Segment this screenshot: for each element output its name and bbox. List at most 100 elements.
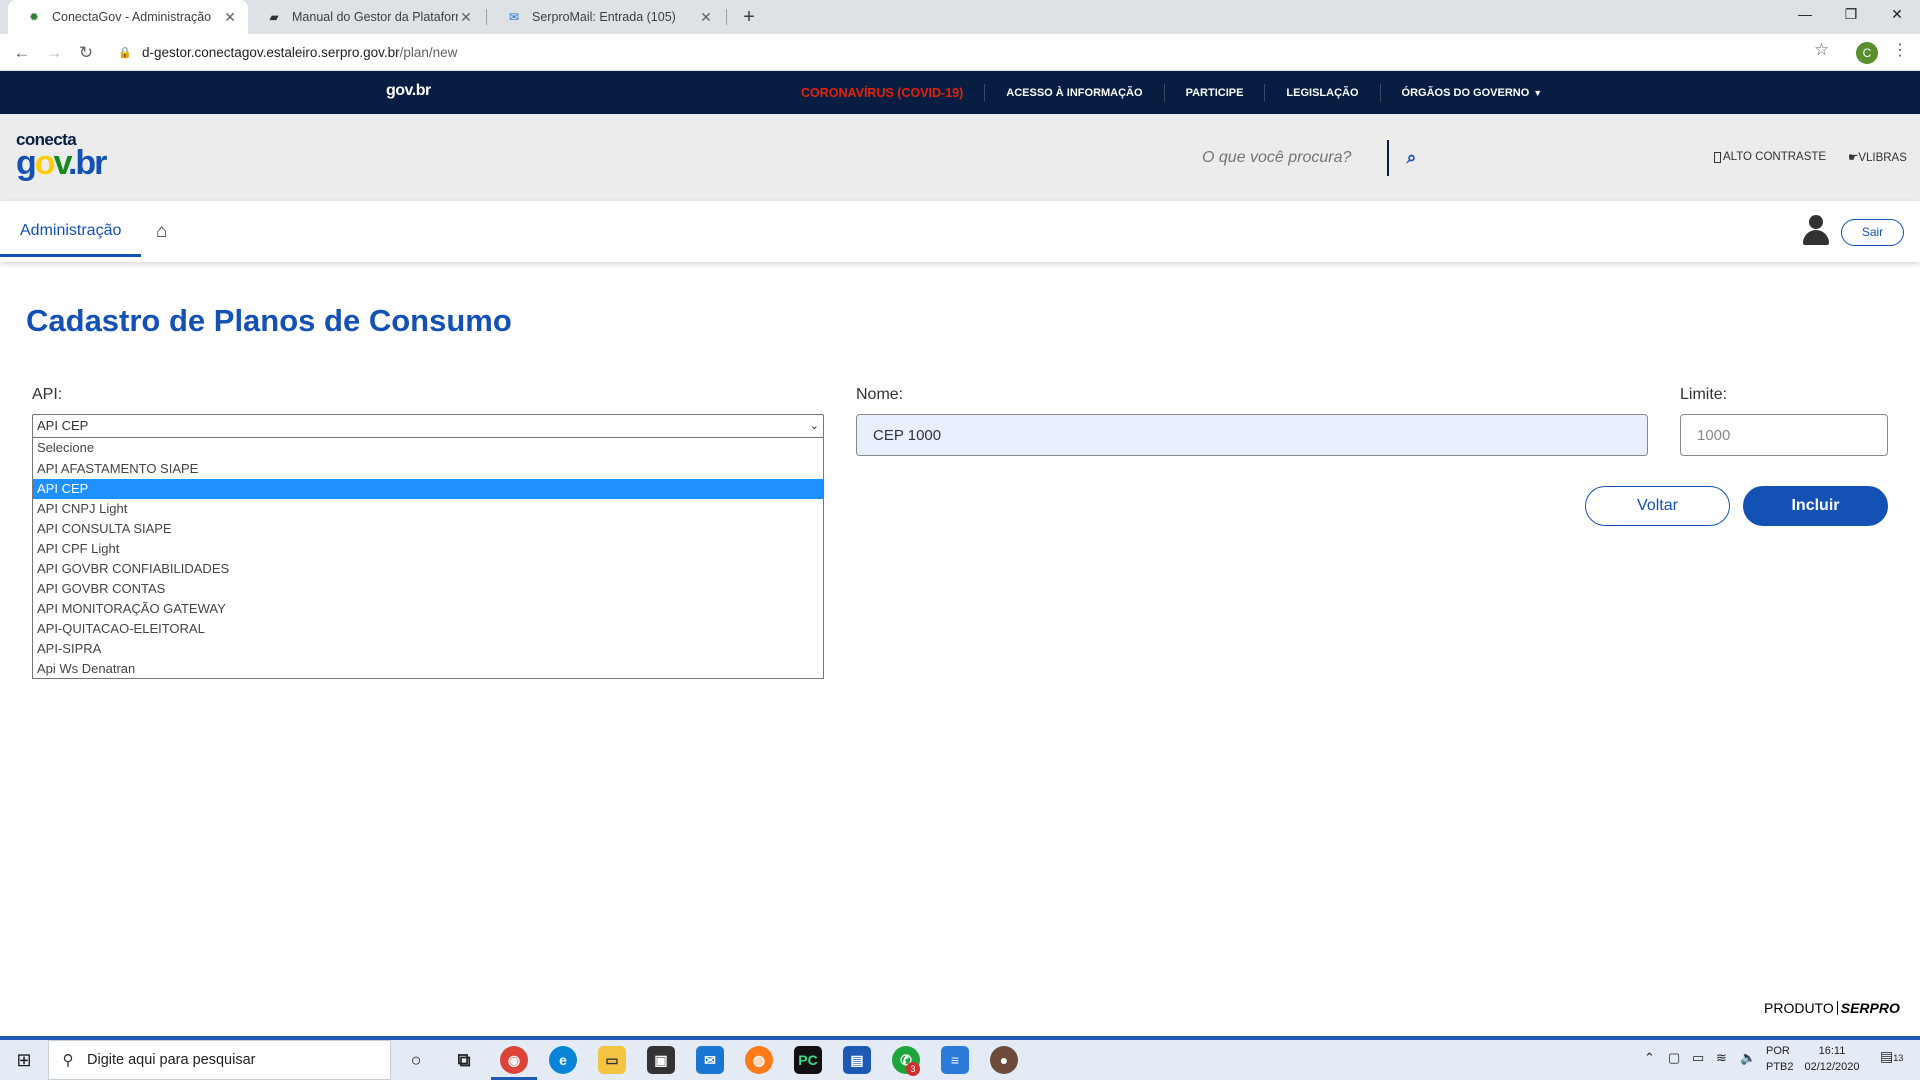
close-icon[interactable]: ✕ <box>458 9 474 26</box>
chevron-down-icon: ⌄ <box>809 420 819 432</box>
action-center-icon[interactable]: ▤13 <box>1880 1048 1903 1080</box>
clock[interactable]: 16:11 02/12/2020 <box>1802 1043 1862 1080</box>
dropdown-option[interactable]: Selecione <box>33 438 823 459</box>
api-label: API: <box>32 386 63 403</box>
tab-divider <box>726 9 727 25</box>
chrome-icon[interactable]: ◉ <box>500 1046 528 1074</box>
govbr-brand[interactable]: gov.br <box>386 82 431 100</box>
dropdown-option[interactable]: Api Ws Denatran <box>33 659 823 679</box>
dropdown-option-selected[interactable]: API CEP <box>33 479 823 499</box>
app-navbar: Administração ⌂ Sair <box>0 201 1920 262</box>
produto-serpro-brand: PRODUTO SERPRO <box>1764 1000 1900 1016</box>
nome-label: Nome: <box>856 386 904 403</box>
high-contrast-toggle[interactable]: ALTO CONTRASTE <box>1714 151 1826 163</box>
dropdown-option[interactable]: API CONSULTA SIAPE <box>33 519 823 539</box>
pycharm-icon[interactable]: PC <box>794 1046 822 1074</box>
api-select[interactable]: API CEP ⌄ <box>32 414 824 438</box>
tab-divider <box>486 9 487 25</box>
taskbar-search-placeholder: Digite aqui para pesquisar <box>87 1052 256 1068</box>
dropdown-option[interactable]: API AFASTAMENTO SIAPE <box>33 459 823 479</box>
notification-badge: 3 <box>906 1062 920 1076</box>
tab-manual[interactable]: ▰ Manual do Gestor da Plataforma ✕ <box>248 0 484 34</box>
govbar-links: CORONAVÍRUS (COVID-19) ACESSO À INFORMAÇ… <box>780 71 1563 114</box>
forward-arrow-icon[interactable]: → <box>40 39 68 67</box>
close-icon[interactable]: ✕ <box>222 9 238 26</box>
dropdown-option[interactable]: API GOVBR CONFIABILIDADES <box>33 559 823 579</box>
windows-taskbar: ⊞ ⚲ Digite aqui para pesquisar ○ ⧉ ◉ e ▭… <box>0 1036 1920 1080</box>
bookmark-star-icon[interactable]: ☆ <box>1814 40 1829 60</box>
logout-button[interactable]: Sair <box>1841 219 1904 246</box>
book-icon: ▰ <box>269 10 279 24</box>
task-view-icon[interactable]: ⧉ <box>450 1046 478 1074</box>
tab-title: Manual do Gestor da Plataforma <box>292 10 458 24</box>
dropdown-option[interactable]: API-SIPRA <box>33 639 823 659</box>
voltar-button[interactable]: Voltar <box>1585 486 1730 526</box>
meet-icon[interactable]: ▢ <box>1668 1050 1680 1080</box>
taskbar-search[interactable]: ⚲ Digite aqui para pesquisar <box>48 1040 391 1080</box>
contrast-icon <box>1714 151 1721 163</box>
profile-avatar[interactable]: C <box>1856 42 1878 64</box>
close-icon[interactable]: ✕ <box>698 9 714 26</box>
api-select-value: API CEP <box>37 418 89 433</box>
link-covid[interactable]: CORONAVÍRUS (COVID-19) <box>780 83 986 102</box>
browser-tab-strip: ✹ ConectaGov - Administração ✕ ▰ Manual … <box>0 0 1920 34</box>
cortana-icon[interactable]: ○ <box>402 1046 430 1074</box>
incluir-button[interactable]: Incluir <box>1743 486 1888 526</box>
nome-input[interactable] <box>856 414 1648 456</box>
new-tab-button[interactable]: + <box>736 4 762 30</box>
close-window-button[interactable]: ✕ <box>1874 0 1920 30</box>
link-legislacao[interactable]: LEGISLAÇÃO <box>1265 83 1381 102</box>
file-explorer-icon[interactable]: ▭ <box>598 1046 626 1074</box>
api-dropdown-list: Selecione API AFASTAMENTO SIAPE API CEP … <box>32 437 824 679</box>
app-icon[interactable]: ● <box>990 1046 1018 1074</box>
show-hidden-icons[interactable]: ⌃ <box>1644 1050 1655 1080</box>
search-icon: ⚲ <box>62 1052 74 1069</box>
language-indicator[interactable]: POR PTB2 <box>1766 1043 1794 1080</box>
edge-icon[interactable]: e <box>549 1046 577 1074</box>
limite-label: Limite: <box>1680 386 1728 403</box>
limite-input[interactable] <box>1680 414 1888 456</box>
nav-item-administracao[interactable]: Administração <box>0 201 141 257</box>
restore-button[interactable]: ❐ <box>1828 0 1874 30</box>
dropdown-option[interactable]: API-QUITACAO-ELEITORAL <box>33 619 823 639</box>
battery-icon[interactable]: ▭ <box>1692 1050 1704 1080</box>
vlibras-button[interactable]: ☛VLIBRAS <box>1848 150 1907 164</box>
minimize-button[interactable]: — <box>1782 0 1828 30</box>
store-icon[interactable]: ▣ <box>647 1046 675 1074</box>
user-icon[interactable] <box>1802 215 1830 247</box>
gov-gear-icon: ✹ <box>28 10 40 24</box>
security-app-icon[interactable]: ▤ <box>843 1046 871 1074</box>
conecta-govbr-logo[interactable]: conecta gov.br <box>16 131 107 180</box>
tab-title: ConectaGov - Administração <box>52 10 212 24</box>
search-icon[interactable]: ⌕ <box>1389 148 1434 168</box>
mail-icon[interactable]: ✉ <box>696 1046 724 1074</box>
link-acesso-informacao[interactable]: ACESSO À INFORMAÇÃO <box>985 83 1165 102</box>
govbr-barra: gov.br CORONAVÍRUS (COVID-19) ACESSO À I… <box>0 71 1920 114</box>
address-bar[interactable]: 🔒 d-gestor.conectagov.estaleiro.serpro.g… <box>108 38 1768 67</box>
dropdown-option[interactable]: API GOVBR CONTAS <box>33 579 823 599</box>
document-icon[interactable]: ≡ <box>941 1046 969 1074</box>
mail-icon: ✉ <box>508 10 520 24</box>
dropdown-option[interactable]: API CPF Light <box>33 539 823 559</box>
tab-conectagov[interactable]: ✹ ConectaGov - Administração ✕ <box>8 0 248 34</box>
home-icon[interactable]: ⌂ <box>156 221 167 243</box>
chevron-down-icon: ▼ <box>1533 87 1543 98</box>
search-input[interactable] <box>1180 140 1389 176</box>
reload-icon[interactable]: ↻ <box>72 39 100 67</box>
browser-toolbar: ← → ↻ 🔒 d-gestor.conectagov.estaleiro.se… <box>0 34 1920 71</box>
page-title: Cadastro de Planos de Consumo <box>26 303 512 338</box>
dropdown-option[interactable]: API MONITORAÇÃO GATEWAY <box>33 599 823 619</box>
tab-serpromail[interactable]: ✉ SerproMail: Entrada (105) ✕ <box>488 0 724 34</box>
volume-icon[interactable]: 🔈 <box>1740 1050 1756 1080</box>
tab-title: SerproMail: Entrada (105) <box>532 10 676 24</box>
wifi-icon[interactable]: ≋ <box>1716 1050 1727 1080</box>
firefox-icon[interactable]: ◍ <box>745 1046 773 1074</box>
browser-menu-icon[interactable]: ⋮ <box>1892 40 1908 60</box>
back-arrow-icon[interactable]: ← <box>8 39 36 67</box>
site-header: conecta gov.br ⌕ ALTO CONTRASTE ☛VLIBRAS <box>0 114 1920 201</box>
dropdown-option[interactable]: API CNPJ Light <box>33 499 823 519</box>
link-orgaos-governo[interactable]: ÓRGÃOS DO GOVERNO ▼ <box>1381 84 1564 102</box>
windows-start-icon[interactable]: ⊞ <box>0 1040 48 1080</box>
url-text: d-gestor.conectagov.estaleiro.serpro.gov… <box>142 45 458 60</box>
link-participe[interactable]: PARTICIPE <box>1165 83 1266 102</box>
